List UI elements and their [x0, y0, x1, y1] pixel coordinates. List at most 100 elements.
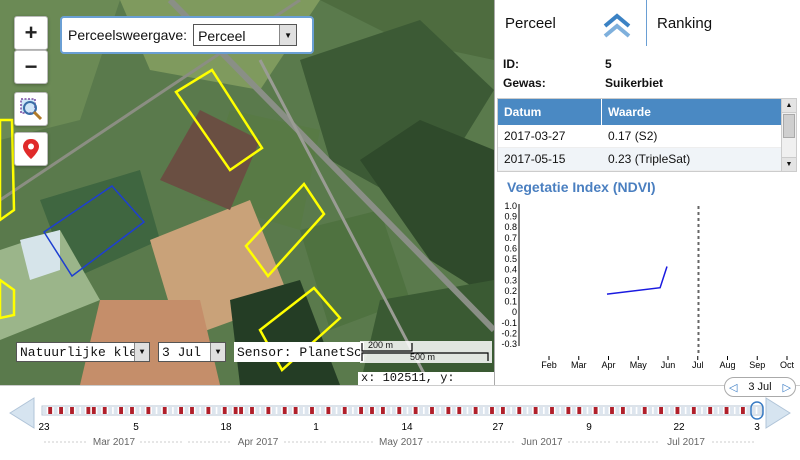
- scroll-up-icon[interactable]: ▲: [782, 99, 796, 113]
- table-scrollbar[interactable]: ▲ ▼: [781, 99, 796, 171]
- map-view[interactable]: + − Perceelsweergave: Perceel ▼ Natuurli…: [0, 0, 494, 385]
- empty-day-marker: [582, 407, 587, 414]
- month-label: Jun 2017: [521, 437, 563, 448]
- previous-date-icon[interactable]: ◁: [729, 381, 737, 394]
- empty-day-marker: [424, 407, 429, 414]
- empty-day-marker: [195, 407, 200, 414]
- acquisition-marker[interactable]: [293, 407, 298, 414]
- acquisition-marker[interactable]: [233, 407, 238, 414]
- acquisition-marker[interactable]: [593, 407, 598, 414]
- day-label: 5: [133, 422, 139, 433]
- map-pin-icon: [23, 139, 39, 159]
- acquisition-marker[interactable]: [691, 407, 696, 414]
- empty-day-marker: [80, 407, 85, 414]
- image-style-select[interactable]: Natuurlijke kleur ▼: [16, 342, 150, 362]
- timeline-next-icon[interactable]: [765, 397, 791, 429]
- acquisition-marker[interactable]: [326, 407, 331, 414]
- tab-ranking[interactable]: Ranking: [647, 0, 800, 46]
- acquisition-marker[interactable]: [310, 407, 314, 414]
- acquisition-marker[interactable]: [413, 407, 418, 414]
- empty-day-marker: [544, 407, 549, 414]
- acquisition-marker[interactable]: [342, 407, 347, 414]
- acquisition-marker[interactable]: [566, 407, 571, 414]
- day-label: 27: [492, 422, 504, 433]
- empty-day-marker: [299, 407, 304, 414]
- timeline-prev-icon[interactable]: [9, 397, 35, 429]
- acquisition-marker[interactable]: [250, 407, 254, 414]
- acquisition-marker[interactable]: [397, 407, 402, 414]
- empty-day-marker: [173, 407, 178, 414]
- acquisition-marker[interactable]: [266, 407, 271, 414]
- image-date-select[interactable]: 3 Jul ▼: [158, 342, 226, 362]
- acquisition-marker[interactable]: [500, 407, 505, 414]
- place-marker-button[interactable]: [14, 132, 48, 166]
- table-cell: 2017-05-15: [504, 152, 566, 166]
- acquisition-marker[interactable]: [70, 407, 74, 414]
- empty-day-marker: [244, 407, 249, 414]
- acquisition-marker[interactable]: [446, 407, 451, 414]
- acquisition-marker[interactable]: [724, 407, 729, 414]
- column-header-value[interactable]: Waarde: [602, 99, 782, 125]
- acquisition-marker[interactable]: [222, 407, 227, 414]
- acquisition-marker[interactable]: [190, 407, 194, 414]
- empty-day-marker: [626, 407, 631, 414]
- scroll-down-icon[interactable]: ▼: [782, 157, 796, 171]
- info-key: Gewas:: [503, 75, 546, 90]
- acquisition-marker[interactable]: [102, 407, 107, 414]
- table-row[interactable]: 2017-03-27 0.17 (S2): [498, 125, 796, 148]
- acquisition-marker[interactable]: [740, 407, 745, 414]
- acquisition-marker[interactable]: [457, 407, 462, 414]
- timeline-track[interactable]: 23 5 18 1 14 27 9 22 3 Mar 2017 Apr 2017 May 2017 Ju…: [0, 386, 800, 460]
- zoom-out-button[interactable]: −: [14, 50, 48, 84]
- acquisition-marker[interactable]: [550, 407, 554, 414]
- empty-day-marker: [730, 407, 734, 414]
- selected-date-label: 3 Jul: [748, 381, 772, 393]
- acquisition-marker[interactable]: [380, 407, 385, 414]
- acquisition-marker[interactable]: [517, 407, 522, 414]
- scrollbar-thumb[interactable]: [783, 114, 795, 138]
- column-header-date[interactable]: Datum: [498, 99, 602, 125]
- zoom-in-button[interactable]: +: [14, 16, 48, 50]
- acquisition-marker[interactable]: [130, 407, 134, 414]
- acquisition-marker[interactable]: [239, 407, 244, 414]
- empty-day-marker: [271, 407, 276, 414]
- tab-perceel[interactable]: Perceel: [495, 0, 647, 46]
- next-date-icon[interactable]: ▷: [783, 381, 791, 394]
- table-cell: 0.23 (TripleSat): [608, 152, 691, 166]
- acquisition-marker[interactable]: [430, 407, 434, 414]
- empty-day-marker: [419, 407, 424, 414]
- table-row[interactable]: 2017-05-15 0.23 (TripleSat): [498, 148, 796, 171]
- acquisition-marker[interactable]: [473, 407, 478, 414]
- chevron-up-double-icon[interactable]: [599, 6, 635, 40]
- acquisition-marker[interactable]: [282, 407, 287, 414]
- acquisition-marker[interactable]: [642, 407, 647, 414]
- acquisition-marker[interactable]: [675, 407, 680, 414]
- acquisition-marker[interactable]: [659, 407, 664, 414]
- acquisition-marker[interactable]: [59, 407, 64, 414]
- acquisition-marker[interactable]: [708, 407, 713, 414]
- acquisition-marker[interactable]: [359, 407, 364, 414]
- acquisition-marker[interactable]: [533, 407, 538, 414]
- view-mode-select[interactable]: Perceel ▼: [193, 24, 298, 46]
- acquisition-marker[interactable]: [620, 407, 625, 414]
- x-tick-label: Mar: [571, 360, 587, 370]
- acquisition-marker[interactable]: [370, 407, 374, 414]
- acquisition-marker[interactable]: [91, 407, 96, 414]
- acquisition-marker[interactable]: [577, 407, 582, 414]
- acquisition-marker[interactable]: [119, 407, 124, 414]
- acquisition-marker[interactable]: [48, 407, 53, 414]
- x-tick-label: Jul: [692, 360, 704, 370]
- y-tick-label: 0.8: [504, 222, 517, 232]
- area-select-button[interactable]: [14, 92, 48, 126]
- scale-bar: 200 m 500 m: [360, 340, 492, 363]
- acquisition-marker[interactable]: [490, 407, 494, 414]
- acquisition-marker[interactable]: [610, 407, 614, 414]
- empty-day-marker: [670, 407, 674, 414]
- acquisition-marker[interactable]: [86, 407, 91, 414]
- empty-day-marker: [462, 407, 467, 414]
- day-label: 3: [754, 422, 760, 433]
- acquisition-marker[interactable]: [206, 407, 211, 414]
- acquisition-marker[interactable]: [162, 407, 167, 414]
- acquisition-marker[interactable]: [146, 407, 151, 414]
- acquisition-marker[interactable]: [179, 407, 184, 414]
